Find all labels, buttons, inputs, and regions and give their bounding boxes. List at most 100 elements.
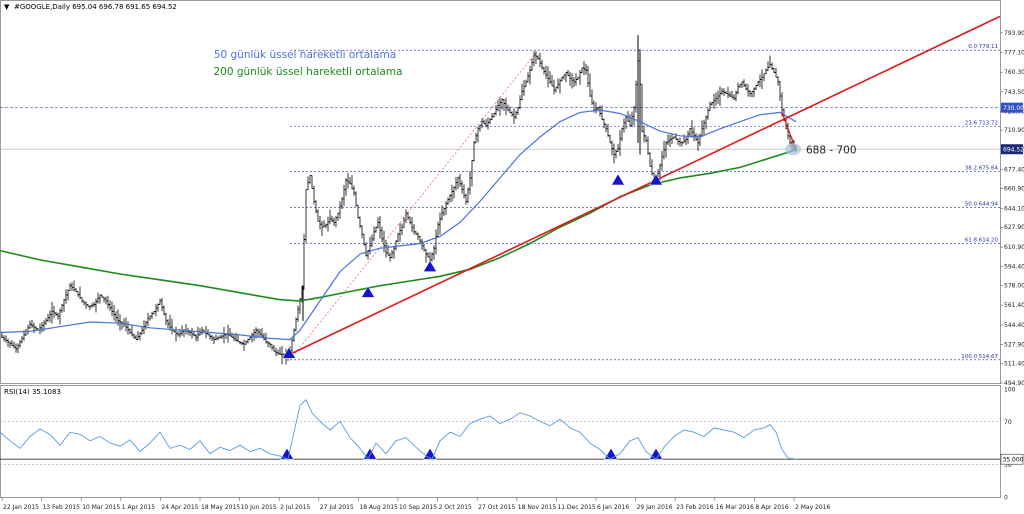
price-bar [85,301,87,309]
price-bar [691,120,693,138]
price-bar [733,94,735,101]
price-bar [613,143,615,164]
price-bar [139,332,141,341]
price-bar [11,340,13,347]
time-tick-label-0: 22 Jan 2015 [3,504,39,511]
price-bar [751,90,753,98]
price-bar [5,335,7,343]
price-bar [165,312,167,326]
price-bar [413,224,415,235]
price-tick-label-2: 760.30 [1004,69,1024,76]
price-bar [319,216,321,230]
price-bar [129,328,131,335]
price-bar [513,108,515,124]
price-bar [73,280,75,292]
price-tick-label-15: 544.40 [1004,322,1024,329]
price-bar [515,110,517,119]
price-bar [451,184,453,202]
price-bar [715,92,717,106]
time-tick-label-6: 10 Jun 2015 [241,504,277,511]
price-bar [261,328,263,337]
price-bar [769,55,771,68]
price-bar [619,130,621,156]
price-bar [335,216,337,228]
price-bar [225,333,227,339]
price-bar [719,86,721,106]
price-bar [425,249,427,263]
price-bar [499,97,501,116]
fib-label-5: 100.0 514.67 [961,354,998,360]
price-bar [441,205,443,221]
price-bar [461,180,463,194]
time-tick-label-1: 13 Feb 2015 [43,504,81,511]
price-bar [671,133,673,144]
price-bar [313,185,315,205]
price-bar [489,118,491,125]
price-bar [161,297,163,312]
price-tick-label-12: 594.40 [1004,263,1024,270]
price-bar [131,325,133,337]
price-bar [537,55,539,61]
price-bar [453,186,455,199]
price-bar [381,226,383,243]
price-bar [271,343,273,351]
chart-menu-arrow-icon[interactable]: ▼ [4,3,10,11]
price-bar [579,70,581,85]
price-bar [115,311,117,323]
price-bar [457,176,459,189]
price-bar [351,174,353,190]
price-bar [339,201,341,219]
time-tick-label-5: 18 May 2015 [201,504,240,511]
price-bar [707,107,709,120]
price-bar [663,140,665,160]
time-tick-label-13: 18 Nov 2015 [518,504,557,511]
price-bar [135,334,137,340]
price-bar [81,297,83,303]
price-bar [17,343,19,354]
ema50-annotation: 50 günlük üssel hareketli ortalama [214,49,396,61]
price-bar [307,176,309,191]
price-bar [357,204,359,219]
price-bar [543,66,545,75]
price-bar [415,231,417,235]
price-bar [213,336,215,344]
price-bar [493,112,495,118]
price-bar [79,286,81,300]
price-bar [475,132,477,144]
price-bar [221,334,223,339]
fibonacci-levels: 0.0 779.11 23.6 713.72 38.2 675.64 50.0 644… [289,44,1000,361]
price-bar [477,126,479,143]
price-chart[interactable]: 0.0 779.11 23.6 713.72 38.2 675.64 50.0 644… [0,0,1024,514]
time-tick-label-17: 23 Feb 2016 [676,504,714,511]
price-bar [171,318,173,335]
price-bar [123,318,125,328]
price-bar [39,323,41,335]
current-price-label: 694.52 [1003,147,1024,154]
price-tick-label-16: 527.90 [1004,341,1024,348]
price-bar [447,197,449,205]
fib-label-3: 50.0 644.94 [965,201,999,207]
price-bar [159,298,161,305]
price-bar [503,98,505,111]
price-bar [741,81,743,88]
price-bar [431,252,433,262]
price-bar [263,333,265,341]
rsi-panel-frame [0,385,1001,498]
price-bar [777,76,779,86]
price-bar [609,134,611,144]
price-bar [257,328,259,338]
price-bar [757,81,759,87]
price-bar [395,240,397,251]
ema200-annotation: 200 günlük üssel hareketli ortalama [213,66,402,78]
price-bar [347,172,349,189]
triangle-marker-price-4 [649,173,663,186]
price-bar [565,72,567,83]
price-bar [737,82,739,95]
price-bar [353,185,355,196]
price-bar [331,215,333,223]
rsi-current-label: 35.0000 [1003,457,1024,464]
triangle-marker-rsi-9 [649,447,663,460]
price-bar [703,119,705,135]
price-bar [571,73,573,89]
price-bar [773,67,775,73]
